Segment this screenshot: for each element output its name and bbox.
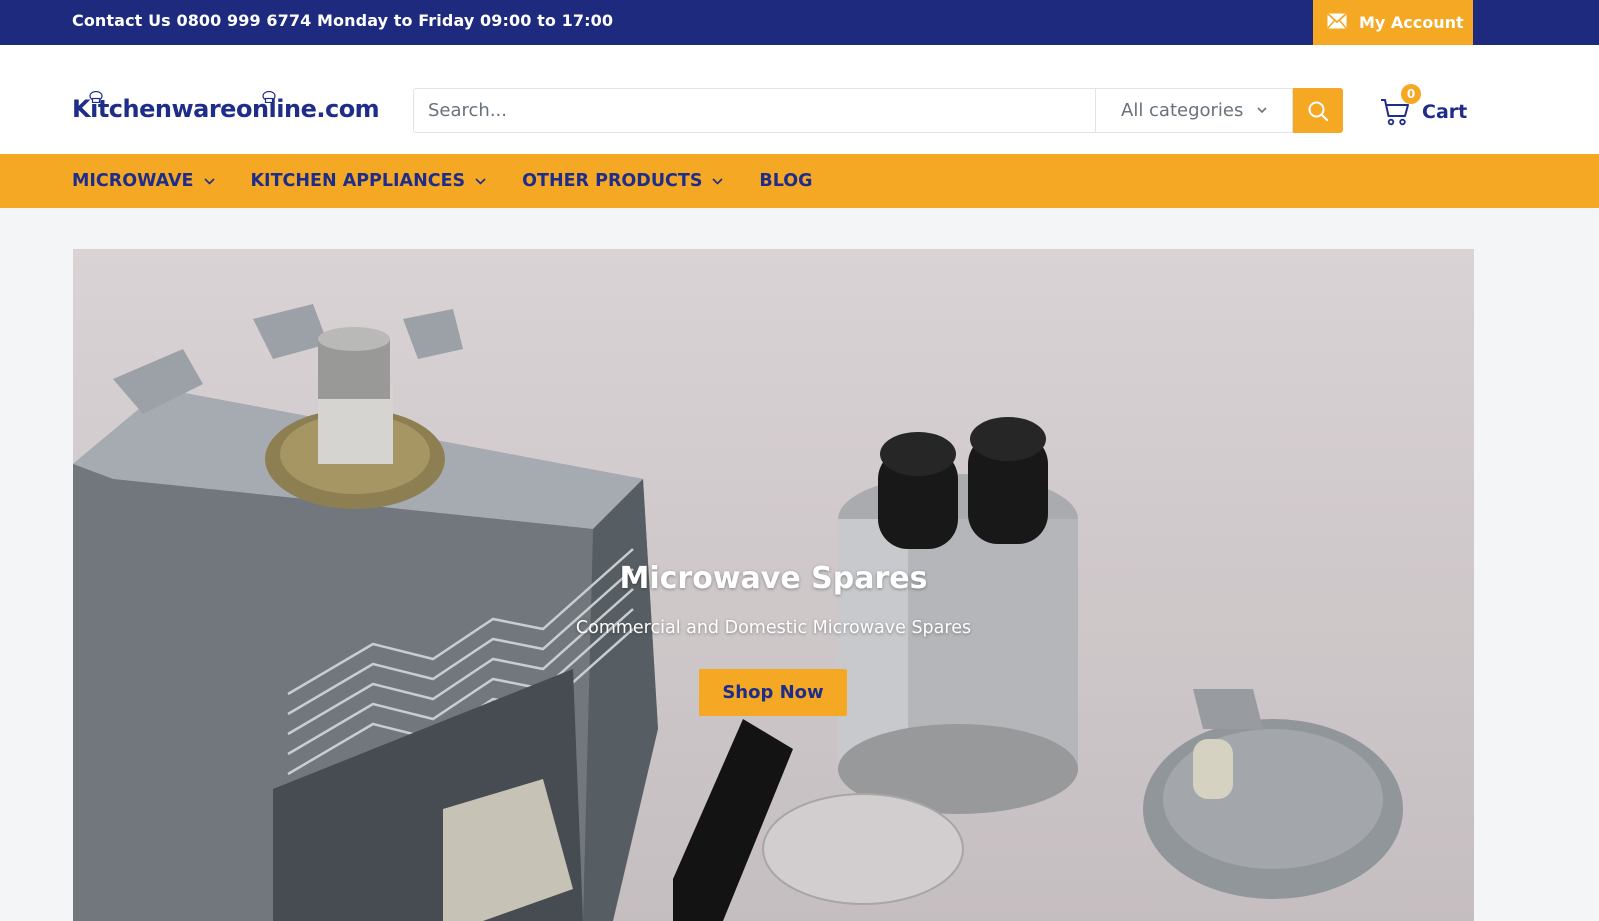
nav-item-microwave[interactable]: Microwave — [72, 171, 215, 191]
chevron-down-icon — [475, 177, 486, 185]
search-bar: All categories — [413, 88, 1343, 133]
my-account-label: My Account — [1359, 13, 1464, 32]
site-logo[interactable]: Kitchenwareonline.com — [72, 89, 380, 129]
cart-count-badge: 0 — [1401, 83, 1421, 104]
nav-item-label: Microwave — [72, 171, 194, 191]
top-bar: Contact Us 0800 999 6774 Monday to Frida… — [0, 0, 1599, 45]
cart-link[interactable]: 0 Cart — [1380, 83, 1468, 134]
site-header: Kitchenwareonline.com All categories 0 C… — [0, 45, 1599, 154]
main-nav: Microwave Kitchen Appliances Other Produ… — [0, 154, 1599, 208]
chef-hat-icon — [89, 91, 103, 103]
chevron-down-icon — [712, 177, 723, 185]
nav-item-label: Blog — [759, 171, 813, 191]
search-button[interactable] — [1293, 88, 1343, 133]
nav-item-kitchen-appliances[interactable]: Kitchen Appliances — [251, 171, 487, 191]
shop-now-button[interactable]: Shop Now — [699, 669, 847, 716]
hero-title: Microwave Spares — [619, 561, 928, 596]
my-account-button[interactable]: My Account — [1313, 0, 1473, 45]
mail-icon — [1327, 12, 1347, 33]
category-select[interactable]: All categories — [1095, 88, 1293, 133]
cart-icon-wrap: 0 — [1380, 83, 1421, 126]
hero-subtitle: Commercial and Domestic Microwave Spares — [575, 618, 972, 638]
hero-banner[interactable]: Microwave Spares Commercial and Domestic… — [73, 249, 1474, 921]
contact-info: Contact Us 0800 999 6774 Monday to Frida… — [72, 11, 614, 30]
nav-item-label: Kitchen Appliances — [250, 171, 466, 191]
cart-label: Cart — [1422, 100, 1468, 123]
logo-text: Kitchenwareonline.com — [72, 95, 380, 123]
nav-item-other-products[interactable]: Other Products — [522, 171, 723, 191]
chevron-down-icon — [1257, 107, 1267, 114]
category-select-label: All categories — [1121, 100, 1244, 121]
search-icon — [1308, 101, 1329, 121]
nav-item-blog[interactable]: Blog — [759, 171, 812, 191]
chef-hat-icon — [262, 91, 276, 103]
nav-item-label: Other Products — [522, 171, 703, 191]
chevron-down-icon — [203, 177, 215, 185]
search-input[interactable] — [413, 88, 1095, 133]
